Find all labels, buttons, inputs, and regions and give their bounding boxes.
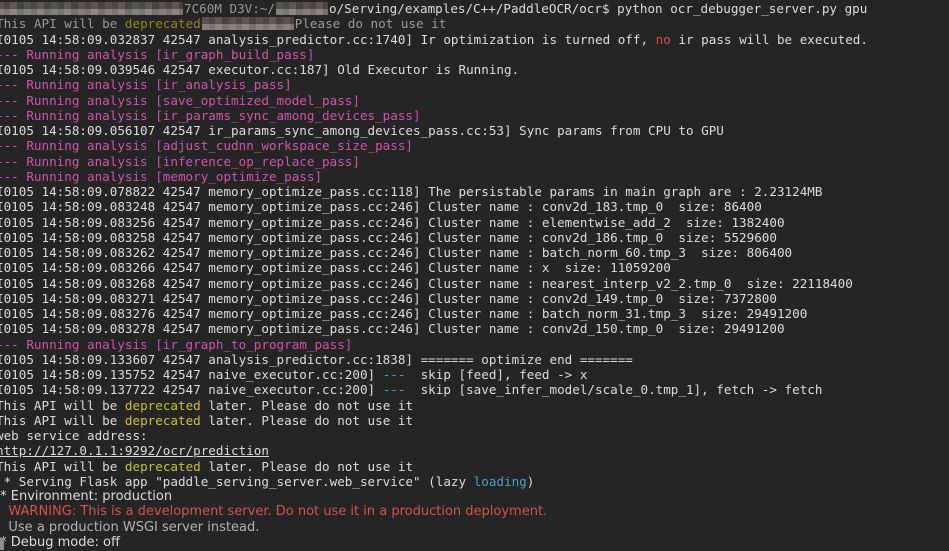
terminal-line: I0105 14:58:09.083256 42547 memory_optim… xyxy=(0,215,949,230)
log-text: This API will be xyxy=(0,397,125,413)
terminal-line: --- Running analysis [ir_analysis_pass] xyxy=(0,77,949,92)
log-text: later. Please do not use it xyxy=(200,397,414,413)
terminal-cursor xyxy=(0,538,4,550)
terminal-line: --- Running analysis [ir_graph_to_progra… xyxy=(0,337,949,352)
log-text: I0105 14:58:09.083268 42547 memory_optim… xyxy=(0,275,853,291)
log-text: 7C60M D3V:~/ xyxy=(184,1,275,16)
log-text: --- Running analysis [memory_optimize_pa… xyxy=(0,168,323,184)
terminal-line: * Debug mode: off xyxy=(0,535,949,550)
log-text: I0105 14:58:09.039546 42547 executor.cc:… xyxy=(0,62,520,77)
log-text: I0105 14:58:09.135752 42547 naive_execut… xyxy=(0,367,383,382)
terminal-line: This API will be deprecated later. Pleas… xyxy=(0,398,949,413)
terminal-line: --- Running analysis [ir_params_sync_amo… xyxy=(0,108,949,123)
terminal-line: I0105 14:58:09.083276 42547 memory_optim… xyxy=(0,306,949,321)
terminal-line: I0105 14:58:09.039546 42547 executor.cc:… xyxy=(0,62,949,77)
terminal-line: This API will be deprecated later. Pleas… xyxy=(0,459,949,474)
terminal-line: I0105 14:58:09.137722 42547 naive_execut… xyxy=(0,382,949,397)
log-text: --- Running analysis [ir_graph_to_progra… xyxy=(0,336,353,352)
terminal-line: I0105 14:58:09.135752 42547 naive_execut… xyxy=(0,367,949,382)
terminal-line: I0105 14:58:09.083278 42547 memory_optim… xyxy=(0,321,949,336)
log-text: I0105 14:58:09.078822 42547 memory_optim… xyxy=(0,184,823,199)
terminal-line: This API will be deprecated Please do not… xyxy=(0,16,949,31)
log-text: * Environment: production xyxy=(0,489,173,504)
log-text: no xyxy=(655,31,671,47)
terminal-window: 7C60M D3V:~/ o/Serving/examples/C++/Paddl… xyxy=(0,0,949,551)
log-text: --- xyxy=(382,367,406,382)
terminal-line: I0105 14:58:09.078822 42547 memory_optim… xyxy=(0,184,949,199)
log-text: --- Running analysis [ir_params_sync_amo… xyxy=(0,107,421,123)
log-text: web service address: xyxy=(0,428,148,443)
log-text: deprecated xyxy=(124,458,201,474)
log-text: This API will be xyxy=(0,458,125,474)
log-text: I0105 14:58:09.083248 42547 memory_optim… xyxy=(0,199,762,215)
shell-command: o/Serving/examples/C++/PaddleOCR/ocr$ py… xyxy=(329,1,868,16)
log-text: Use a production WSGI server instead. xyxy=(0,519,260,535)
log-text: I0105 14:58:09.083271 42547 memory_optim… xyxy=(0,290,777,306)
terminal-line: I0105 14:58:09.083268 42547 memory_optim… xyxy=(0,276,949,291)
terminal-line: --- Running analysis [ir_graph_build_pas… xyxy=(0,47,949,62)
terminal-line: I0105 14:58:09.083271 42547 memory_optim… xyxy=(0,291,949,306)
log-text: * Debug mode: off xyxy=(0,534,120,550)
log-text: This API will be xyxy=(0,16,125,32)
log-text: --- xyxy=(382,382,406,398)
terminal-line: WARNING: This is a development server. D… xyxy=(0,504,949,519)
terminal-line: http://127.0.1.1:9292/ocr/prediction xyxy=(0,443,949,458)
terminal-line: This API will be deprecated later. Pleas… xyxy=(0,413,949,428)
log-text: I0105 14:58:09.137722 42547 naive_execut… xyxy=(0,382,383,398)
shell-prompt-line: 7C60M D3V:~/ o/Serving/examples/C++/Paddl… xyxy=(0,1,949,16)
log-text: --- Running analysis [inference_op_repla… xyxy=(0,153,360,169)
log-text: skip [feed], feed -> x xyxy=(405,367,588,382)
log-text: I0105 14:58:09.056107 42547 ir_params_sy… xyxy=(0,123,724,138)
log-text: skip [save_infer_model/scale_0.tmp_1], f… xyxy=(405,382,823,398)
log-text: deprecated xyxy=(124,412,201,428)
terminal-line: I0105 14:58:09.032837 42547 analysis_pre… xyxy=(0,32,949,47)
redacted-text xyxy=(0,2,183,15)
terminal-line: * Environment: production xyxy=(0,489,949,504)
log-text: I0105 14:58:09.083278 42547 memory_optim… xyxy=(0,321,785,337)
log-text: * Serving Flask app "paddle_serving_serv… xyxy=(0,473,474,489)
log-text: ir pass will be executed. xyxy=(670,31,868,47)
terminal-line: Use a production WSGI server instead. xyxy=(0,520,949,535)
terminal-line: I0105 14:58:09.083262 42547 memory_optim… xyxy=(0,245,949,260)
log-text: Please do not use it xyxy=(294,16,447,32)
log-text: This API will be xyxy=(0,412,125,428)
terminal-line: I0105 14:58:09.133607 42547 analysis_pre… xyxy=(0,352,949,367)
log-text: deprecated xyxy=(124,16,201,32)
log-text: I0105 14:58:09.083262 42547 memory_optim… xyxy=(0,245,793,260)
terminal-line: I0105 14:58:09.083248 42547 memory_optim… xyxy=(0,199,949,214)
terminal-line: --- Running analysis [adjust_cudnn_works… xyxy=(0,138,949,153)
log-text: ) xyxy=(526,473,535,489)
terminal-line: --- Running analysis [inference_op_repla… xyxy=(0,154,949,169)
log-text: deprecated xyxy=(124,397,201,413)
terminal[interactable]: 7C60M D3V:~/ o/Serving/examples/C++/Paddl… xyxy=(0,1,949,551)
terminal-line: I0105 14:58:09.083258 42547 memory_optim… xyxy=(0,230,949,245)
terminal-line: --- Running analysis [save_optimized_mod… xyxy=(0,93,949,108)
terminal-line: * Serving Flask app "paddle_serving_serv… xyxy=(0,474,949,489)
redacted-text xyxy=(276,2,328,15)
log-text: --- Running analysis [ir_graph_build_pas… xyxy=(0,46,315,62)
log-text: I0105 14:58:09.032837 42547 analysis_pre… xyxy=(0,31,656,47)
log-text: I0105 14:58:09.083276 42547 memory_optim… xyxy=(0,306,808,321)
log-text: --- Running analysis [ir_analysis_pass] xyxy=(0,77,292,93)
terminal-line: I0105 14:58:09.056107 42547 ir_params_sy… xyxy=(0,123,949,138)
log-text: I0105 14:58:09.083258 42547 memory_optim… xyxy=(0,229,777,245)
log-text: I0105 14:58:09.083266 42547 memory_optim… xyxy=(0,260,671,276)
redacted-text xyxy=(201,17,294,31)
web-service-url[interactable]: http://127.0.1.1:9292/ocr/prediction xyxy=(0,443,269,458)
log-text: --- Running analysis [save_optimized_mod… xyxy=(0,92,360,108)
terminal-line: I0105 14:58:09.083266 42547 memory_optim… xyxy=(0,260,949,275)
log-text: later. Please do not use it xyxy=(200,458,414,474)
log-text: loading xyxy=(473,473,527,489)
log-text: later. Please do not use it xyxy=(200,412,414,428)
log-text: I0105 14:58:09.133607 42547 analysis_pre… xyxy=(0,351,633,367)
terminal-line: web service address: xyxy=(0,428,949,443)
log-text: --- Running analysis [adjust_cudnn_works… xyxy=(0,138,414,154)
log-text: I0105 14:58:09.083256 42547 memory_optim… xyxy=(0,214,785,230)
terminal-line: --- Running analysis [memory_optimize_pa… xyxy=(0,169,949,184)
log-text: WARNING: This is a development server. D… xyxy=(0,504,548,520)
